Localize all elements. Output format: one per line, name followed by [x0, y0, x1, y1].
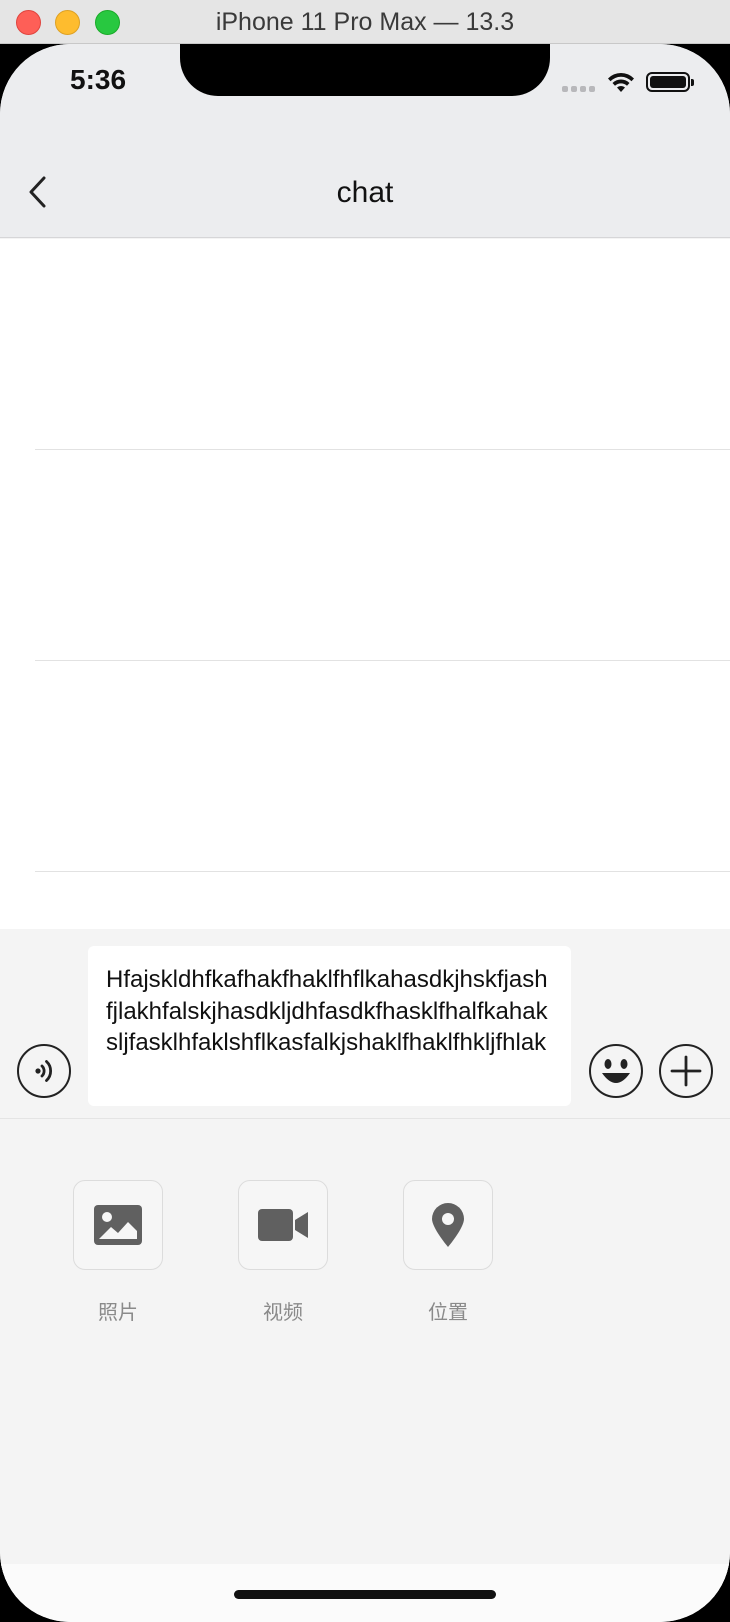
voice-button[interactable] — [17, 1044, 71, 1098]
simulator-titlebar: iPhone 11 Pro Max — 13.3 — [0, 0, 730, 44]
plus-button[interactable] — [659, 1044, 713, 1098]
emoji-icon — [602, 1059, 630, 1083]
battery-icon — [646, 72, 694, 92]
list-item[interactable] — [35, 450, 730, 661]
plus-icon — [670, 1055, 702, 1087]
home-indicator[interactable] — [234, 1590, 496, 1599]
voice-icon — [35, 1060, 53, 1082]
navigation-bar: chat — [0, 148, 730, 238]
video-icon — [258, 1209, 308, 1241]
window-title: iPhone 11 Pro Max — 13.3 — [215, 8, 515, 36]
emoji-button[interactable] — [589, 1044, 643, 1098]
location-label: 位置 — [428, 1300, 468, 1324]
attachment-panel: 照片 视频 位置 — [0, 1120, 730, 1608]
list-item[interactable] — [35, 239, 730, 450]
video-label: 视频 — [263, 1300, 303, 1324]
location-icon — [432, 1203, 464, 1247]
device-notch — [180, 44, 550, 96]
composer-bar: Hfajskldhfkafhakfhaklfhflkahasdkjhskfjas… — [0, 929, 730, 1119]
message-input[interactable]: Hfajskldhfkafhakfhaklfhflkahasdkjhskfjas… — [88, 946, 571, 1106]
photo-button[interactable]: 照片 — [73, 1180, 163, 1325]
location-button[interactable]: 位置 — [403, 1180, 493, 1325]
wifi-icon — [608, 72, 634, 92]
phone-screen: 5:36 chat Hfajskldhfkafhakfhaklfhflkahas… — [0, 44, 730, 1622]
message-list[interactable] — [0, 239, 730, 929]
home-indicator-area — [0, 1564, 730, 1622]
photo-icon — [94, 1205, 142, 1245]
status-time: 5:36 — [70, 64, 127, 95]
photo-label: 照片 — [98, 1300, 138, 1324]
cellular-signal-icon — [562, 86, 596, 92]
page-title: chat — [336, 176, 394, 209]
list-item[interactable] — [35, 661, 730, 872]
video-button[interactable]: 视频 — [238, 1180, 328, 1325]
